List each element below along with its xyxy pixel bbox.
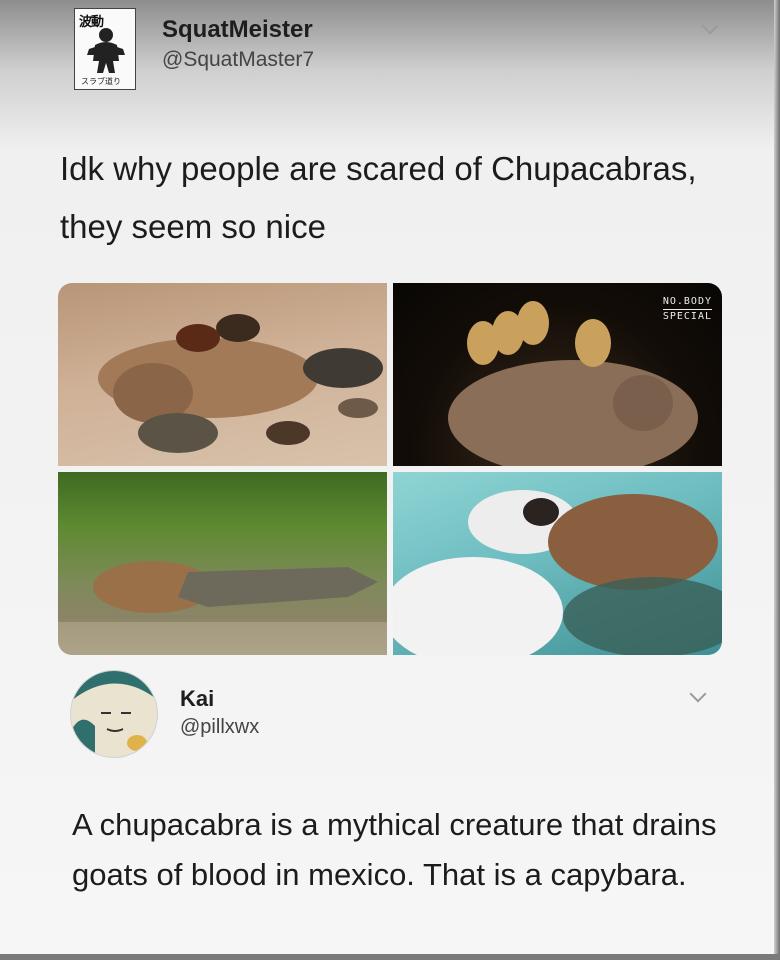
photo-grid: NO.BODY SPECIAL (58, 283, 722, 655)
photo-capybara-with-caiman[interactable] (58, 472, 387, 655)
avatar-caption: スラブ道り (81, 77, 121, 86)
reply-author-handle[interactable]: @pillxwx (180, 716, 259, 739)
reply-author-name[interactable]: Kai (180, 686, 214, 712)
tweet-text: Idk why people are scared of Chupacabras… (60, 150, 697, 245)
no-body-special-watermark: NO.BODY SPECIAL (662, 296, 712, 322)
bottom-border (0, 954, 780, 960)
photo-capybara-with-rabbit[interactable] (393, 472, 722, 655)
snorlax-avatar-icon (71, 671, 157, 757)
reply-text: A chupacabra is a mythical creature that… (72, 807, 717, 892)
capybara-rabbit-illustration (393, 490, 722, 655)
capybara-caiman-illustration (58, 561, 387, 655)
kai-avatar[interactable] (70, 670, 158, 758)
photo-capybara-with-ducks[interactable] (58, 283, 387, 466)
photo-capybara-with-monkeys[interactable]: NO.BODY SPECIAL (393, 283, 722, 466)
capybara-ducks-illustration (98, 314, 383, 453)
author-name[interactable]: SquatMeister (162, 16, 313, 44)
author-handle[interactable]: @SquatMaster7 (162, 48, 314, 72)
squatmeister-avatar[interactable]: 波動 スラブ道り (74, 8, 136, 90)
